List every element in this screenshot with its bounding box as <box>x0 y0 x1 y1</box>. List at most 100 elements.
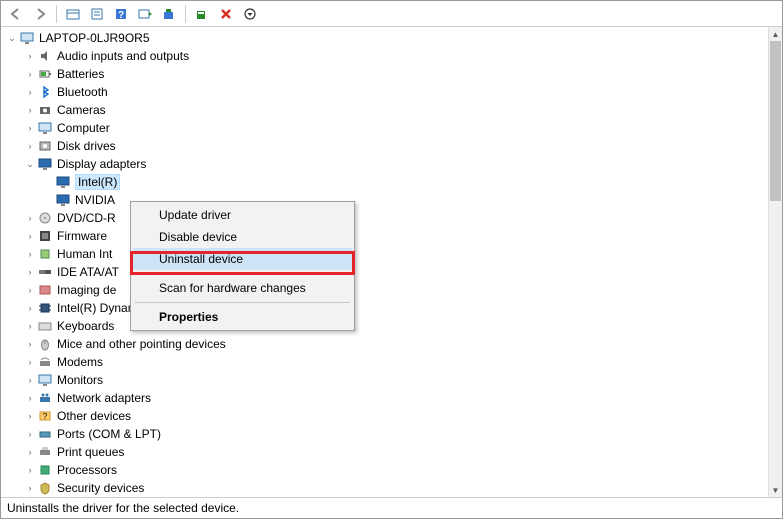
chevron-right-icon[interactable]: › <box>23 481 37 495</box>
ide-icon <box>37 264 53 280</box>
chevron-right-icon[interactable]: › <box>23 121 37 135</box>
tree-category[interactable]: › Batteries <box>1 65 768 83</box>
firmware-icon <box>37 228 53 244</box>
tree-category[interactable]: ›Human Int <box>1 245 768 263</box>
chevron-right-icon[interactable]: › <box>23 427 37 441</box>
tree-category[interactable]: ›Audio inputs and outputs <box>1 47 768 65</box>
menu-item-label: Disable device <box>159 230 237 244</box>
menu-separator <box>135 273 350 274</box>
back-button[interactable] <box>5 3 27 25</box>
menu-disable-device[interactable]: Disable device <box>133 226 352 248</box>
tree-device-label: NVIDIA <box>75 193 121 207</box>
chevron-right-icon[interactable]: › <box>23 49 37 63</box>
action-button[interactable] <box>134 3 156 25</box>
tree-category[interactable]: › Security devices <box>1 479 768 497</box>
hid-icon <box>37 246 53 262</box>
tree-category[interactable]: ›Modems <box>1 353 768 371</box>
scan-hardware-button[interactable] <box>191 3 213 25</box>
chevron-right-icon[interactable]: › <box>23 247 37 261</box>
menu-scan-hardware[interactable]: Scan for hardware changes <box>133 277 352 299</box>
tree-category-label: Monitors <box>57 373 109 387</box>
chevron-right-icon[interactable]: › <box>23 337 37 351</box>
tree-category[interactable]: ›Computer <box>1 119 768 137</box>
uninstall-button[interactable] <box>215 3 237 25</box>
chevron-right-icon[interactable]: › <box>23 391 37 405</box>
chevron-right-icon[interactable]: › <box>23 463 37 477</box>
tree-category[interactable]: › Keyboards <box>1 317 768 335</box>
tree-category[interactable]: ⌄Display adapters <box>1 155 768 173</box>
scroll-thumb[interactable] <box>770 41 781 201</box>
modem-icon <box>37 354 53 370</box>
chevron-right-icon[interactable]: › <box>23 319 37 333</box>
tree-category[interactable]: ›Ports (COM & LPT) <box>1 425 768 443</box>
context-menu: Update driver Disable device Uninstall d… <box>130 201 355 331</box>
tree-category[interactable]: ›?Other devices <box>1 407 768 425</box>
chevron-right-icon[interactable]: › <box>23 67 37 81</box>
display-icon <box>37 156 53 172</box>
tree-category[interactable]: › Monitors <box>1 371 768 389</box>
tree-device[interactable]: Intel(R) <box>1 173 768 191</box>
chevron-right-icon[interactable]: › <box>23 211 37 225</box>
chevron-right-icon[interactable]: › <box>23 301 37 315</box>
chevron-right-icon[interactable]: › <box>23 409 37 423</box>
tree-category-label: Security devices <box>57 481 150 495</box>
show-hidden-button[interactable] <box>62 3 84 25</box>
tree-root[interactable]: ⌄ LAPTOP-0LJR9OR5 <box>1 29 768 47</box>
chevron-right-icon[interactable]: › <box>23 373 37 387</box>
chevron-right-icon[interactable]: › <box>23 283 37 297</box>
menu-uninstall-device[interactable]: Uninstall device <box>133 248 352 270</box>
tree-category-label: Bluetooth <box>57 85 114 99</box>
tree-category[interactable]: ›Intel(R) Dynamic Platform and Thermal F… <box>1 299 768 317</box>
tree-root-label: LAPTOP-0LJR9OR5 <box>39 31 156 45</box>
imaging-icon <box>37 282 53 298</box>
options-dropdown-button[interactable] <box>239 3 261 25</box>
chevron-down-icon[interactable]: ⌄ <box>23 157 37 171</box>
tree-category[interactable]: › Bluetooth <box>1 83 768 101</box>
tree-device[interactable]: NVIDIA <box>1 191 768 209</box>
svg-text:?: ? <box>43 412 48 421</box>
chevron-right-icon[interactable]: › <box>23 265 37 279</box>
audio-icon <box>37 48 53 64</box>
help-button[interactable]: ? <box>110 3 132 25</box>
scroll-down-arrow[interactable]: ▼ <box>769 483 782 497</box>
update-driver-button[interactable] <box>158 3 180 25</box>
chevron-right-icon[interactable]: › <box>23 103 37 117</box>
other-icon: ? <box>37 408 53 424</box>
tree-category-label: IDE ATA/AT <box>57 265 125 279</box>
vertical-scrollbar[interactable]: ▲ ▼ <box>768 27 782 497</box>
tree-category[interactable]: ›Print queues <box>1 443 768 461</box>
chevron-right-icon[interactable]: › <box>23 445 37 459</box>
computer-icon <box>19 30 35 46</box>
tree-category-label: DVD/CD-R <box>57 211 122 225</box>
chevron-right-icon[interactable]: › <box>23 85 37 99</box>
device-tree[interactable]: ⌄ LAPTOP-0LJR9OR5 ›Audio inputs and outp… <box>1 27 768 497</box>
tree-category[interactable]: ›Network adapters <box>1 389 768 407</box>
tree-category[interactable]: › Imaging de <box>1 281 768 299</box>
menu-item-label: Uninstall device <box>159 252 243 266</box>
tree-category-label: Batteries <box>57 67 110 81</box>
menu-item-label: Properties <box>159 310 218 324</box>
chevron-right-icon[interactable]: › <box>23 139 37 153</box>
tree-category[interactable]: ›Disk drives <box>1 137 768 155</box>
tree-category-label: Processors <box>57 463 123 477</box>
tree-category[interactable]: › DVD/CD-R <box>1 209 768 227</box>
menu-update-driver[interactable]: Update driver <box>133 204 352 226</box>
chevron-right-icon[interactable]: › <box>23 355 37 369</box>
chevron-down-icon[interactable]: ⌄ <box>5 31 19 45</box>
tree-category[interactable]: › Processors <box>1 461 768 479</box>
toolbar-separator <box>185 5 186 23</box>
tree-category[interactable]: ›Firmware <box>1 227 768 245</box>
forward-button[interactable] <box>29 3 51 25</box>
tree-category[interactable]: ›Mice and other pointing devices <box>1 335 768 353</box>
cpu-icon <box>37 462 53 478</box>
status-text: Uninstalls the driver for the selected d… <box>7 501 239 515</box>
printer-icon <box>37 444 53 460</box>
properties-button[interactable] <box>86 3 108 25</box>
chevron-right-icon[interactable]: › <box>23 229 37 243</box>
tree-category-label: Imaging de <box>57 283 122 297</box>
tree-category-label: Keyboards <box>57 319 120 333</box>
scroll-up-arrow[interactable]: ▲ <box>769 27 782 41</box>
tree-category[interactable]: › IDE ATA/AT <box>1 263 768 281</box>
menu-properties[interactable]: Properties <box>133 306 352 328</box>
tree-category[interactable]: ›Cameras <box>1 101 768 119</box>
